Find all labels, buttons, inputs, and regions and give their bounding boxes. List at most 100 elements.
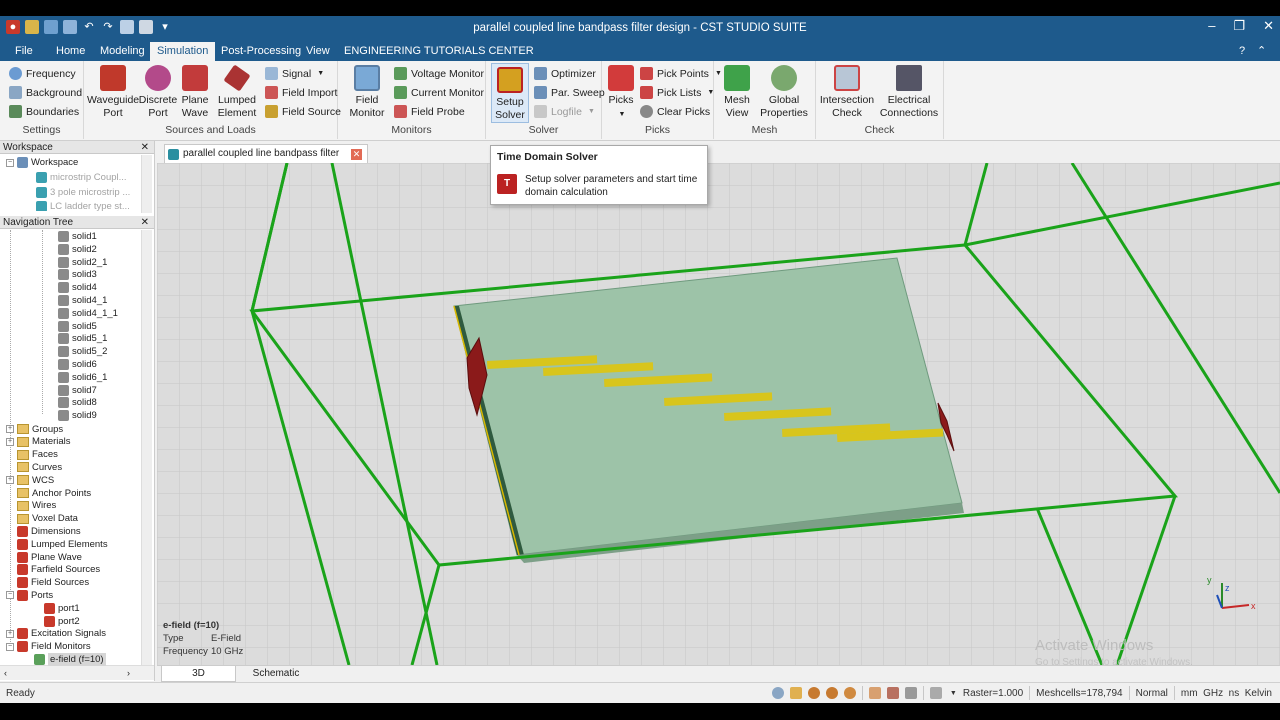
workspace-scrollbar[interactable] bbox=[141, 155, 152, 213]
clear-picks-button[interactable]: Clear Picks bbox=[640, 105, 710, 118]
workspace-item[interactable]: microstrip Coupl... bbox=[36, 171, 127, 184]
scroll-left-icon[interactable]: ‹ bbox=[4, 666, 7, 681]
dropdown-arrow-icon[interactable]: ▼ bbox=[950, 690, 957, 697]
lumped-element-button[interactable]: Lumped Element bbox=[214, 64, 260, 120]
3d-viewport[interactable]: y z x e-field (f=10) Type E-Field Frequen… bbox=[157, 163, 1280, 665]
collapse-icon[interactable]: − bbox=[6, 642, 14, 651]
tree-folder[interactable]: Faces bbox=[6, 448, 58, 461]
tree-item-solid[interactable]: solid2_1 bbox=[58, 256, 107, 269]
settings-icon[interactable] bbox=[904, 687, 917, 699]
spin-icon[interactable] bbox=[825, 687, 838, 699]
fit-view-icon[interactable] bbox=[868, 687, 881, 699]
tree-item-monitor[interactable]: e-field (f=10) bbox=[34, 652, 106, 666]
waveguide-port-button[interactable]: Waveguide Port bbox=[87, 65, 139, 120]
frequency-button[interactable]: Frequency bbox=[9, 67, 76, 80]
plane-wave-button[interactable]: Plane Wave bbox=[178, 65, 212, 120]
logfile-button[interactable]: Logfile ▼ bbox=[534, 105, 595, 118]
current-monitor-button[interactable]: Current Monitor bbox=[394, 86, 484, 99]
tree-folder[interactable]: + WCS bbox=[6, 474, 54, 487]
tab-schematic[interactable]: Schematic bbox=[241, 666, 311, 682]
tree-item-solid[interactable]: solid1 bbox=[58, 230, 97, 243]
boundaries-button[interactable]: Boundaries bbox=[9, 105, 79, 118]
close-icon[interactable]: ✕ bbox=[141, 141, 149, 154]
optimizer-button[interactable]: Optimizer bbox=[534, 67, 596, 80]
tree-folder[interactable]: + Groups bbox=[6, 423, 63, 436]
tree-folder[interactable]: Field Sources bbox=[6, 576, 89, 589]
field-probe-button[interactable]: Field Probe bbox=[394, 105, 465, 118]
tree-item-solid[interactable]: solid6_1 bbox=[58, 371, 107, 384]
tree-folder[interactable]: + Excitation Signals bbox=[6, 627, 106, 640]
tab-view[interactable]: View bbox=[299, 42, 337, 61]
tree-item-solid[interactable]: solid7 bbox=[58, 384, 97, 397]
picks-button[interactable]: Picks ▼ bbox=[606, 65, 636, 121]
intersection-check-button[interactable]: Intersection Check bbox=[818, 65, 876, 120]
collapse-icon[interactable]: − bbox=[6, 158, 14, 167]
tab-3d[interactable]: 3D bbox=[161, 666, 236, 682]
tree-folder[interactable]: − Ports bbox=[6, 589, 53, 602]
expand-icon[interactable]: + bbox=[6, 476, 14, 485]
pick-lists-button[interactable]: Pick Lists ▼ bbox=[640, 86, 714, 99]
expand-icon[interactable]: + bbox=[6, 425, 14, 433]
expand-icon[interactable]: + bbox=[6, 629, 14, 638]
rotate-icon[interactable] bbox=[807, 687, 820, 699]
voltage-monitor-button[interactable]: Voltage Monitor bbox=[394, 67, 484, 80]
background-button[interactable]: Background bbox=[9, 86, 82, 99]
zoom-box-icon[interactable] bbox=[886, 687, 899, 699]
tree-item-solid[interactable]: solid4_1_1 bbox=[58, 307, 118, 320]
tab-engineering-tutorials-center[interactable]: ENGINEERING TUTORIALS CENTER bbox=[337, 42, 541, 61]
tree-folder[interactable]: Farfield Sources bbox=[6, 563, 100, 576]
field-source-button[interactable]: Field Source bbox=[265, 105, 341, 118]
mesh-view-button[interactable]: Mesh View bbox=[720, 65, 754, 120]
tree-folder[interactable]: + Materials bbox=[6, 435, 71, 448]
tree-folder[interactable]: Dimensions bbox=[6, 525, 81, 538]
tree-folder[interactable]: Plane Wave bbox=[6, 551, 82, 564]
tab-home[interactable]: Home bbox=[49, 42, 92, 61]
tree-folder[interactable]: Anchor Points bbox=[6, 487, 91, 500]
workspace-root[interactable]: − Workspace bbox=[6, 156, 78, 169]
tree-item-solid[interactable]: solid3 bbox=[58, 268, 97, 281]
tree-folder[interactable]: Curves bbox=[6, 461, 62, 474]
setup-solver-button[interactable]: Setup Solver bbox=[491, 63, 529, 123]
pan-icon[interactable] bbox=[789, 687, 802, 699]
collapse-icon[interactable]: − bbox=[6, 591, 14, 600]
scroll-right-icon[interactable]: › bbox=[127, 666, 130, 681]
reset-view-icon[interactable] bbox=[843, 687, 856, 699]
document-tab[interactable]: parallel coupled line bandpass filter de… bbox=[164, 144, 368, 177]
tab-post-processing[interactable]: Post-Processing bbox=[214, 42, 308, 61]
restore-icon[interactable]: ❐ bbox=[1233, 18, 1245, 34]
expand-icon[interactable]: + bbox=[6, 437, 14, 446]
pick-points-button[interactable]: Pick Points ▼ bbox=[640, 67, 722, 80]
discrete-port-button[interactable]: Discrete Port bbox=[138, 65, 178, 120]
tree-item-solid[interactable]: solid5_1 bbox=[58, 332, 107, 345]
par-sweep-button[interactable]: Par. Sweep bbox=[534, 86, 605, 99]
global-properties-button[interactable]: Global Properties bbox=[756, 65, 812, 120]
tree-folder[interactable]: Lumped Elements bbox=[6, 538, 108, 551]
tree-item-solid[interactable]: solid8 bbox=[58, 396, 97, 409]
workspace-item[interactable]: LC ladder type st... bbox=[36, 201, 130, 211]
tree-item-solid[interactable]: solid5_2 bbox=[58, 345, 107, 358]
minimize-icon[interactable]: – bbox=[1208, 18, 1215, 34]
collapse-ribbon-icon[interactable]: ⌃ bbox=[1250, 42, 1273, 61]
zoom-icon[interactable] bbox=[771, 687, 784, 699]
tree-item-solid[interactable]: solid9 bbox=[58, 409, 97, 422]
field-import-button[interactable]: Field Import bbox=[265, 86, 337, 99]
electrical-connections-button[interactable]: Electrical Connections bbox=[876, 65, 942, 120]
tree-item-port[interactable]: port2 bbox=[44, 615, 80, 628]
close-icon[interactable]: ✕ bbox=[141, 216, 149, 229]
tree-folder[interactable]: − Field Monitors bbox=[6, 640, 91, 653]
close-icon[interactable]: ✕ bbox=[1263, 18, 1274, 34]
nav-scrollbar[interactable] bbox=[141, 230, 152, 665]
tree-item-solid[interactable]: solid4 bbox=[58, 281, 97, 294]
tree-folder[interactable]: Wires bbox=[6, 499, 56, 512]
workspace-item[interactable]: 3 pole microstrip ... bbox=[36, 186, 130, 199]
tree-item-port[interactable]: port1 bbox=[44, 602, 80, 615]
close-tab-icon[interactable]: ✕ bbox=[351, 149, 362, 160]
field-monitor-button[interactable]: Field Monitor bbox=[344, 65, 390, 120]
tree-item-solid[interactable]: solid6 bbox=[58, 358, 97, 371]
view-cube-icon[interactable] bbox=[929, 687, 942, 699]
signal-button[interactable]: Signal ▼ bbox=[265, 67, 324, 80]
tree-item-solid[interactable]: solid5 bbox=[58, 320, 97, 333]
tab-file[interactable]: File bbox=[8, 42, 40, 61]
tree-folder[interactable]: Voxel Data bbox=[6, 512, 78, 525]
tree-item-solid[interactable]: solid4_1 bbox=[58, 294, 107, 307]
